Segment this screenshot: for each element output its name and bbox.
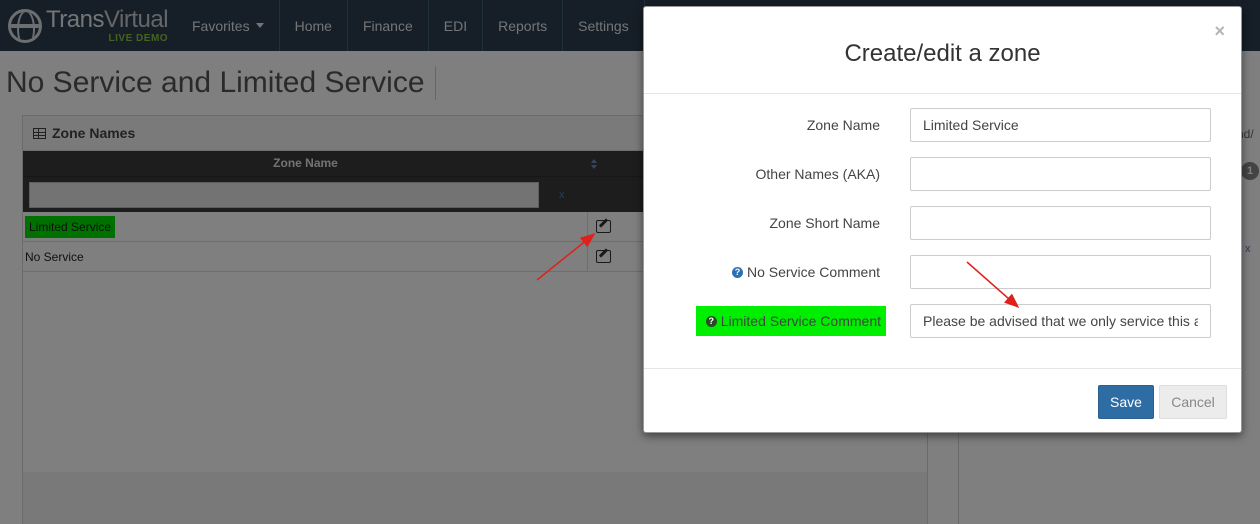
cancel-button[interactable]: Cancel [1159, 385, 1227, 419]
modal-title: Create/edit a zone [844, 40, 1041, 67]
other-names-input[interactable] [910, 157, 1211, 191]
limited-service-comment-label: ? Limited Service Comment [695, 306, 886, 336]
create-edit-zone-modal: Create/edit a zone × Zone Name Other Nam… [643, 6, 1242, 433]
close-icon[interactable]: × [1214, 21, 1225, 42]
zone-name-input[interactable] [910, 108, 1211, 142]
limited-service-comment-input[interactable] [910, 304, 1211, 338]
form-row-no-service-comment: ? No Service Comment [644, 255, 1241, 289]
modal-header: Create/edit a zone × [644, 7, 1241, 94]
zone-short-name-input[interactable] [910, 206, 1211, 240]
form-row-zone-name: Zone Name [644, 108, 1241, 142]
form-row-limited-service-comment: ? Limited Service Comment [644, 304, 1241, 338]
question-circle-icon[interactable]: ? [731, 266, 743, 278]
save-button[interactable]: Save [1098, 385, 1154, 419]
zone-short-name-label: Zone Short Name [769, 215, 881, 231]
modal-footer: Save Cancel [644, 368, 1241, 432]
form-row-zone-short-name: Zone Short Name [644, 206, 1241, 240]
zone-name-label: Zone Name [806, 117, 880, 133]
no-service-comment-input[interactable] [910, 255, 1211, 289]
question-circle-icon[interactable]: ? [705, 315, 717, 327]
no-service-comment-label: ? No Service Comment [731, 264, 880, 280]
form-row-other-names: Other Names (AKA) [644, 157, 1241, 191]
other-names-label: Other Names (AKA) [755, 166, 880, 182]
